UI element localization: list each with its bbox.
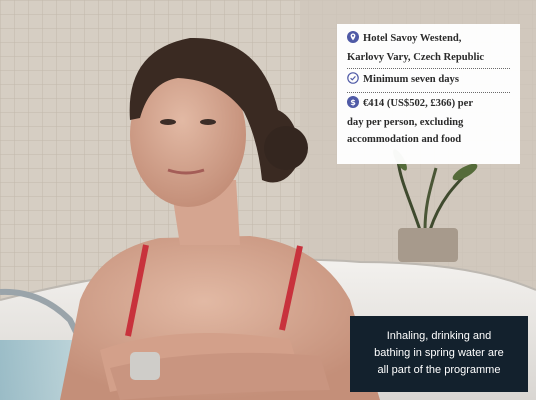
caption-line-3: all part of the programme — [377, 364, 501, 376]
treatment-info-box: Hotel Savoy Westend, Karlovy Vary, Czech… — [337, 24, 520, 164]
photo-caption: Inhaling, drinking and bathing in spring… — [350, 316, 528, 392]
price-row: $ €414 (US$502, £366) per day per person… — [347, 92, 510, 148]
caption-line-2: bathing in spring water are — [374, 347, 504, 359]
price-line-1: €414 (US$502, £366) per — [363, 98, 474, 109]
location-line-2: Karlovy Vary, Czech Republic — [347, 52, 485, 63]
caption-line-1: Inhaling, drinking and — [386, 330, 492, 342]
svg-text:$: $ — [350, 98, 356, 107]
clock-check-icon — [347, 72, 359, 90]
location-pin-icon — [347, 31, 359, 49]
price-line-2: day per person, excluding — [347, 117, 464, 128]
price-line-3: accommodation and food — [347, 134, 462, 145]
duration-row: Minimum seven days — [347, 68, 510, 90]
drinking-cup — [130, 352, 160, 380]
dollar-icon: $ — [347, 96, 359, 114]
location-row: Hotel Savoy Westend, Karlovy Vary, Czech… — [347, 30, 510, 66]
duration-text: Minimum seven days — [363, 74, 459, 85]
location-line-1: Hotel Savoy Westend, — [363, 33, 462, 44]
